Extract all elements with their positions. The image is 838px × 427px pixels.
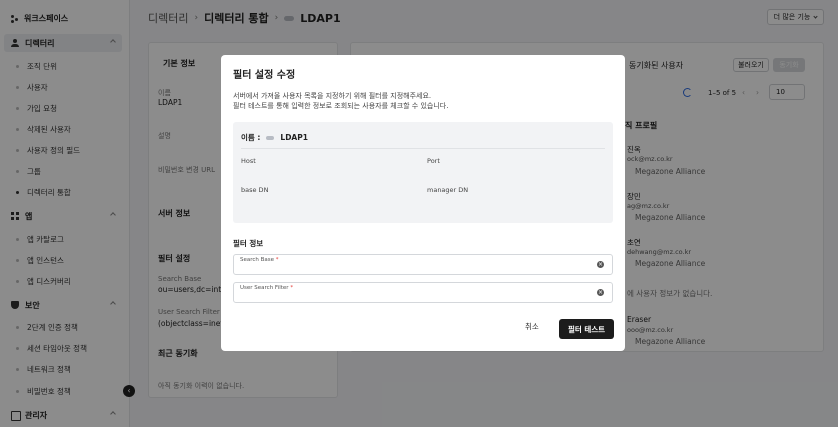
user-search-filter-field[interactable]: User Search Filter * ×	[233, 282, 613, 303]
clear-icon[interactable]: ×	[597, 289, 604, 296]
base-dn-label: base DN	[241, 186, 269, 194]
user-search-filter-field-label: User Search Filter *	[240, 285, 293, 291]
ldap-icon	[266, 135, 275, 140]
required-mark: *	[275, 257, 279, 263]
search-base-input[interactable]	[240, 264, 580, 274]
filter-settings-modal: 필터 설정 수정 서버에서 가져올 사용자 목록을 지정하기 위해 필터를 지정…	[221, 55, 625, 351]
user-search-filter-label-text: User Search Filter	[240, 285, 289, 291]
manager-dn-label: manager DN	[427, 186, 469, 194]
info-divider	[241, 148, 605, 149]
modal-description: 서버에서 가져올 사용자 목록을 지정하기 위해 필터를 지정해주세요. 필터 …	[233, 91, 448, 111]
filter-test-button[interactable]: 필터 테스트	[559, 319, 614, 339]
search-base-label-text: Search Base	[240, 257, 275, 263]
port-label: Port	[427, 157, 440, 165]
clear-icon[interactable]: ×	[597, 261, 604, 268]
modal-description-line2: 필터 테스트를 통해 입력한 정보로 조회되는 사용자를 체크할 수 있습니다.	[233, 102, 449, 110]
info-name-row: 이름 : LDAP1	[241, 132, 308, 143]
cancel-button[interactable]: 취소	[525, 321, 539, 332]
required-mark: *	[290, 285, 294, 291]
info-name-value: LDAP1	[280, 133, 308, 142]
filter-info-title: 필터 정보	[233, 239, 264, 248]
directory-info-box: 이름 : LDAP1 Host Port base DN manager DN	[233, 122, 613, 223]
search-base-field-label: Search Base *	[240, 257, 279, 263]
search-base-field[interactable]: Search Base * ×	[233, 254, 613, 275]
modal-title: 필터 설정 수정	[233, 70, 296, 81]
user-search-filter-input[interactable]	[240, 292, 580, 302]
modal-description-line1: 서버에서 가져올 사용자 목록을 지정하기 위해 필터를 지정해주세요.	[233, 92, 432, 100]
info-name-label: 이름 :	[241, 133, 261, 142]
host-label: Host	[241, 157, 256, 165]
